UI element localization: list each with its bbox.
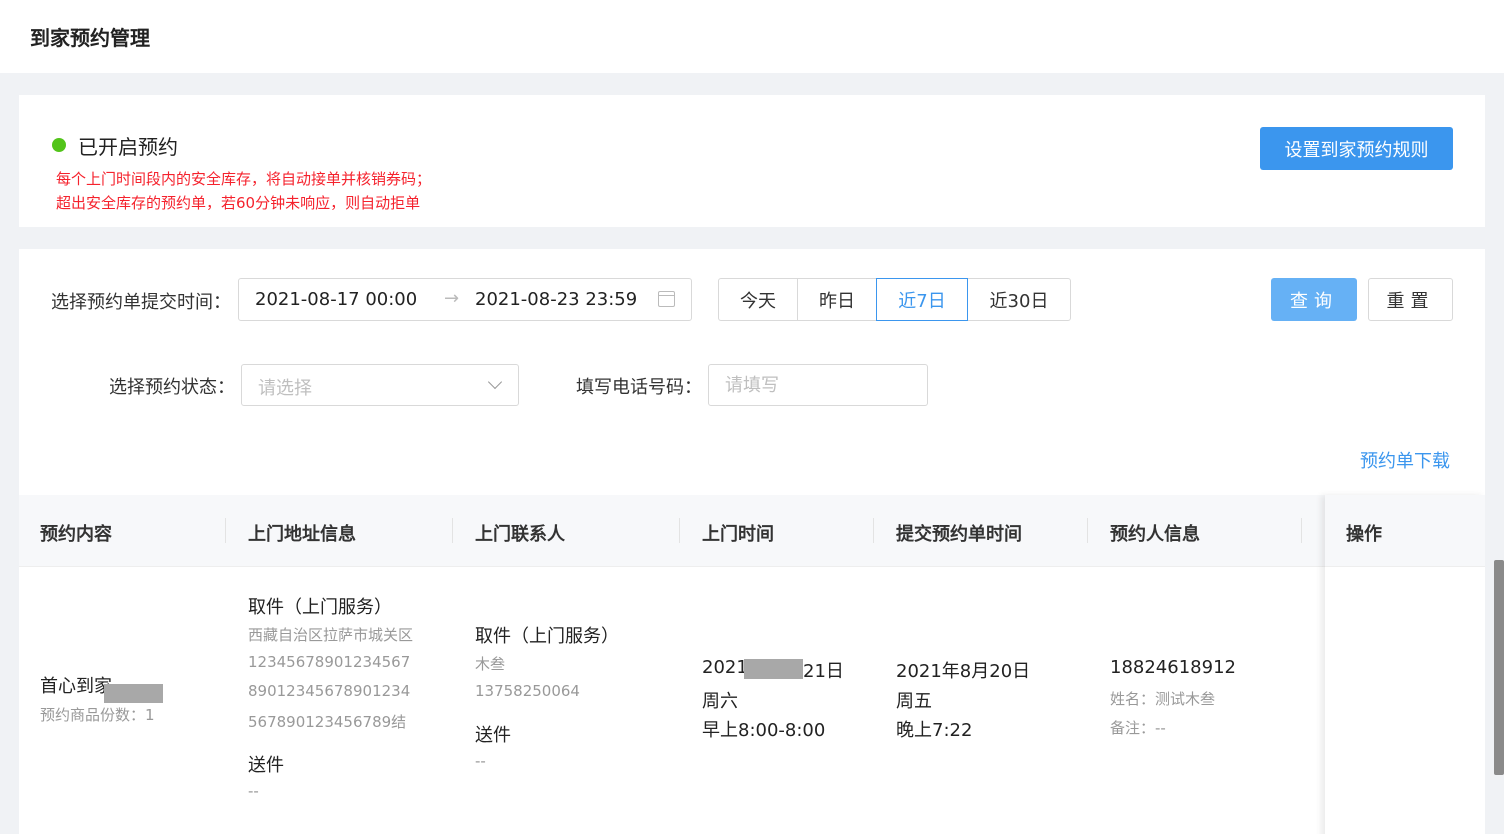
contact-name: 木叁	[475, 655, 506, 673]
col-booker: 预约人信息	[1110, 524, 1200, 545]
status-select[interactable]: 请选择	[241, 364, 519, 406]
contact-pickup-title: 取件（上门服务）	[475, 626, 619, 647]
col-divider	[1301, 518, 1302, 543]
download-link[interactable]: 预约单下载	[1360, 447, 1450, 473]
col-submit-time: 提交预约单时间	[896, 524, 1022, 545]
visit-date-end: 21日	[803, 661, 844, 682]
range-end[interactable]: 2021-08-23 23:59	[475, 289, 637, 310]
range-start[interactable]: 2021-08-17 00:00	[255, 289, 417, 310]
top-bar: 到家预约管理	[0, 0, 1504, 73]
status-dot-icon	[52, 138, 66, 152]
page-scrollbar[interactable]	[1494, 560, 1504, 775]
col-divider	[225, 518, 226, 543]
submit-date: 2021年8月20日	[896, 661, 1031, 682]
operation-header: 操作	[1325, 495, 1485, 567]
content-title: 首心到家	[40, 676, 112, 697]
col-divider	[873, 518, 874, 543]
quick-range-group: 今天 昨日 近7日 近30日	[718, 278, 1071, 321]
contact-deliver-value: --	[475, 752, 486, 770]
set-rules-button[interactable]: 设置到家预约规则	[1260, 127, 1453, 170]
col-address: 上门地址信息	[248, 524, 356, 545]
col-visit-time: 上门时间	[702, 524, 774, 545]
visit-date-start: 2021	[702, 657, 748, 678]
address-line: 567890123456789结	[248, 713, 407, 731]
status-card: 已开启预约 每个上门时间段内的安全库存，将自动接单并核销券码； 超出安全库存的预…	[19, 95, 1485, 227]
booker-note: 备注：--	[1110, 719, 1166, 737]
booker-name: 姓名：测试木叁	[1110, 690, 1216, 708]
col-divider	[679, 518, 680, 543]
calendar-icon[interactable]	[658, 291, 675, 307]
quick-yesterday-button[interactable]: 昨日	[797, 278, 877, 321]
col-contact: 上门联系人	[475, 524, 565, 545]
address-pickup-title: 取件（上门服务）	[248, 597, 392, 618]
visit-weekday: 周六	[702, 691, 738, 712]
contact-deliver-title: 送件	[475, 725, 511, 746]
col-divider	[452, 518, 453, 543]
redaction-mask	[104, 684, 163, 703]
address-deliver-value: --	[248, 782, 259, 800]
table-header: 预约内容 上门地址信息 上门联系人 上门时间 提交预约单时间 预约人信息	[19, 495, 1485, 567]
col-content: 预约内容	[40, 524, 112, 545]
chevron-down-icon	[487, 374, 503, 390]
query-card: 选择预约单提交时间： 2021-08-17 00:00 → 2021-08-23…	[19, 249, 1485, 834]
query-button[interactable]: 查询	[1271, 278, 1357, 321]
content-count: 预约商品份数：1	[40, 706, 155, 724]
reset-button[interactable]: 重置	[1368, 278, 1453, 321]
range-arrow-icon: →	[444, 288, 460, 309]
address-deliver-title: 送件	[248, 755, 284, 776]
submit-weekday: 周五	[896, 691, 932, 712]
quick-30days-button[interactable]: 近30日	[967, 278, 1071, 321]
page-title: 到家预约管理	[30, 26, 150, 50]
status-label: 已开启预约	[78, 135, 178, 159]
col-operation: 操作	[1346, 524, 1382, 545]
status-filter-label: 选择预约状态：	[109, 377, 235, 398]
submit-time: 晚上7:22	[896, 720, 973, 741]
submit-time-label: 选择预约单提交时间：	[51, 292, 231, 313]
phone-input[interactable]	[708, 364, 928, 406]
visit-slot: 早上8:00-8:00	[702, 720, 826, 741]
operation-column: 操作	[1325, 495, 1485, 834]
notice-line-1: 每个上门时间段内的安全库存，将自动接单并核销券码；	[56, 170, 432, 188]
quick-7days-button[interactable]: 近7日	[876, 278, 968, 321]
address-line: 89012345678901234	[248, 682, 411, 700]
date-range-picker[interactable]: 2021-08-17 00:00 → 2021-08-23 23:59	[238, 278, 692, 321]
contact-phone: 13758250064	[475, 682, 580, 700]
notice-line-2: 超出安全库存的预约单，若60分钟未响应，则自动拒单	[56, 194, 421, 212]
redaction-mask	[744, 659, 803, 679]
status-select-placeholder: 请选择	[258, 378, 312, 399]
address-line: 12345678901234567	[248, 653, 411, 671]
col-divider	[1087, 518, 1088, 543]
address-line: 西藏自治区拉萨市城关区	[248, 626, 414, 644]
quick-today-button[interactable]: 今天	[718, 278, 798, 321]
booker-phone: 18824618912	[1110, 657, 1236, 678]
phone-filter-label: 填写电话号码：	[576, 377, 702, 398]
